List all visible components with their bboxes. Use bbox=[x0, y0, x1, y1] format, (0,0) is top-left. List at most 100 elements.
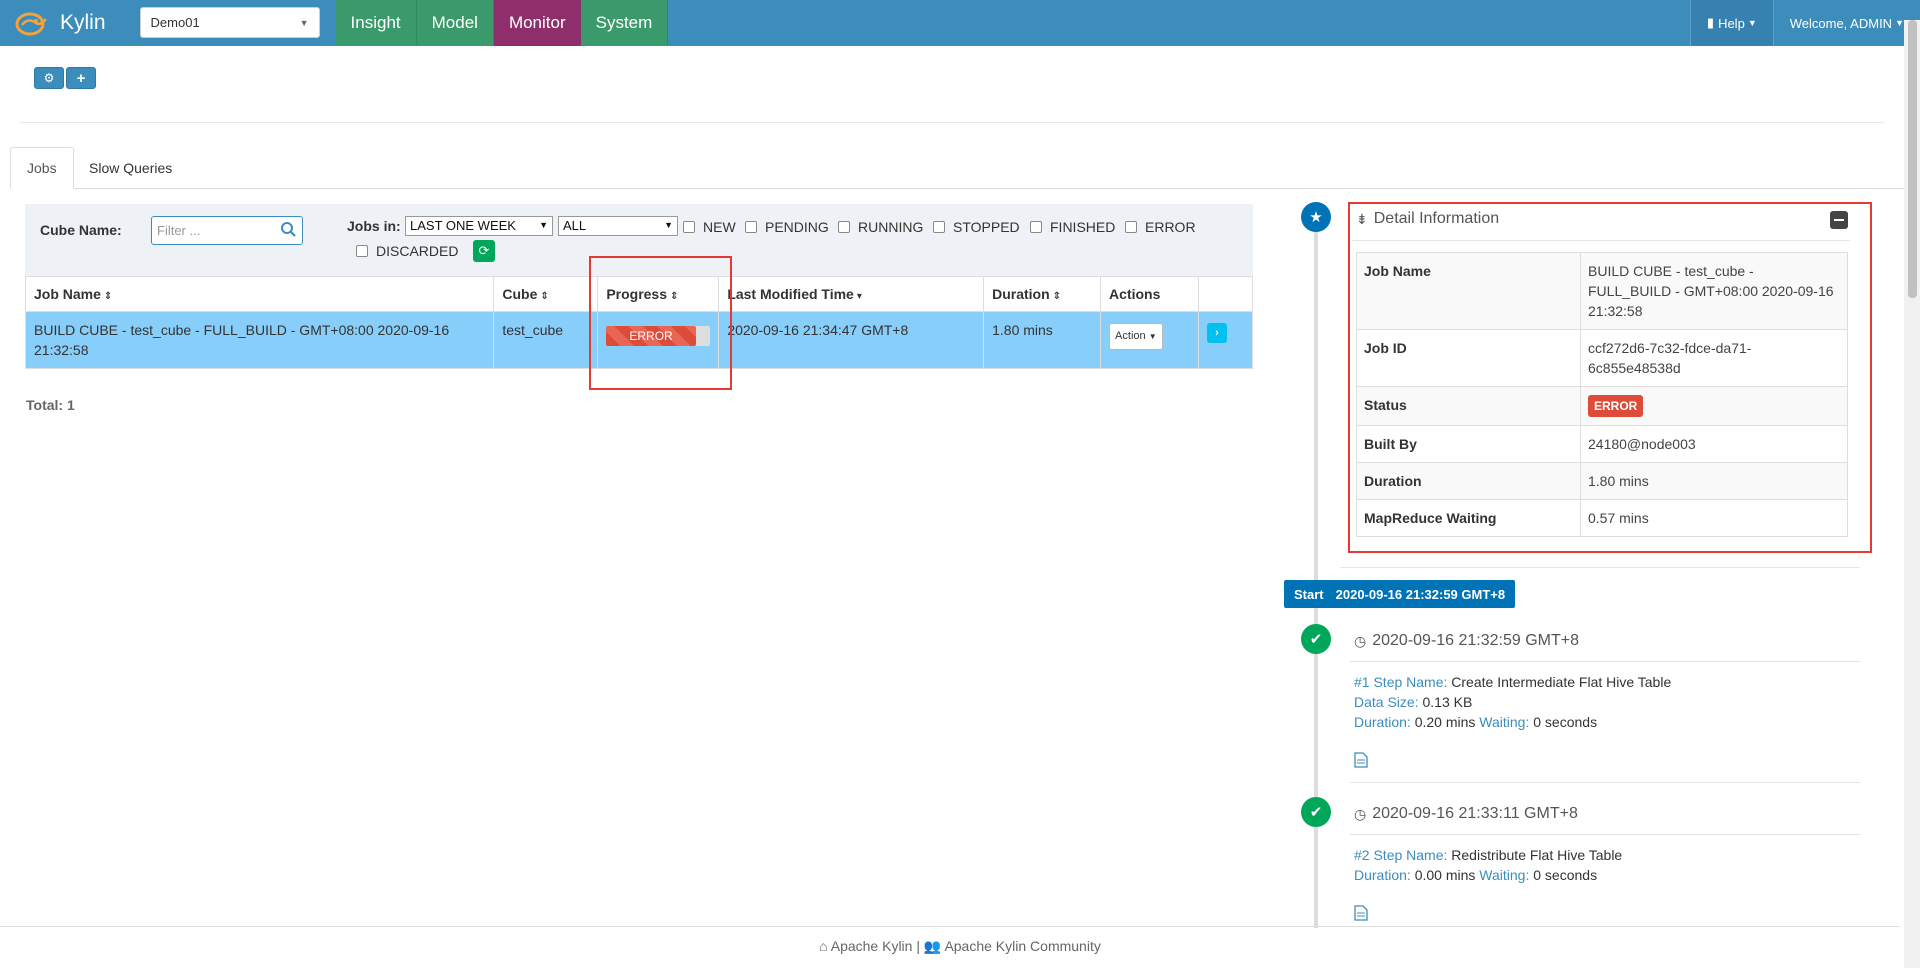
footer-link-apache-kylin[interactable]: Apache Kylin bbox=[831, 938, 913, 954]
checkbox[interactable] bbox=[838, 221, 850, 233]
status-checkbox-new[interactable]: NEW bbox=[683, 219, 736, 235]
cube-name-label: Cube Name: bbox=[40, 222, 122, 238]
waiting-value: 0 seconds bbox=[1533, 714, 1598, 730]
job-type-value: ALL bbox=[563, 218, 587, 233]
status-checkbox-running[interactable]: RUNNING bbox=[838, 219, 923, 235]
caret-down-icon: ▼ bbox=[1895, 18, 1904, 28]
cube-name-filter-input[interactable]: Filter ... bbox=[151, 216, 303, 245]
step-name-label: #1 Step Name: bbox=[1354, 674, 1448, 690]
divider bbox=[1350, 782, 1860, 783]
start-label: Start bbox=[1294, 586, 1324, 602]
chevron-down-icon: ▼ bbox=[539, 220, 548, 230]
checkbox[interactable] bbox=[745, 221, 757, 233]
checkbox[interactable] bbox=[1030, 221, 1042, 233]
step-time: ◷ 2020-09-16 21:32:59 GMT+8 bbox=[1354, 632, 1579, 650]
add-button[interactable]: + bbox=[66, 67, 96, 89]
status-checkbox-pending[interactable]: PENDING bbox=[745, 219, 829, 235]
arrow-right-icon: › bbox=[1215, 327, 1219, 339]
refresh-icon: ⟳ bbox=[478, 243, 490, 258]
nav-tab-monitor[interactable]: Monitor bbox=[493, 0, 581, 46]
status-checkbox-finished[interactable]: FINISHED bbox=[1030, 219, 1115, 235]
file-icon[interactable] bbox=[1354, 905, 1368, 921]
tab-jobs[interactable]: Jobs bbox=[10, 147, 74, 189]
data-size-value: 0.13 KB bbox=[1422, 694, 1473, 710]
status-checkbox-error[interactable]: ERROR bbox=[1125, 219, 1196, 235]
column-header-cube[interactable]: Cube ⇕ bbox=[493, 276, 599, 312]
detail-value: ERROR bbox=[1580, 386, 1848, 426]
collapse-button[interactable] bbox=[1830, 211, 1848, 229]
detail-row-status: Status ERROR bbox=[1356, 386, 1848, 426]
status-checkbox-discarded[interactable]: DISCARDED bbox=[356, 243, 458, 259]
footer: ⌂ Apache Kylin | 👥 Apache Kylin Communit… bbox=[0, 938, 1920, 955]
tab-slow-queries[interactable]: Slow Queries bbox=[73, 147, 188, 189]
settings-button[interactable]: ⚙ bbox=[34, 67, 64, 89]
time-range-select[interactable]: LAST ONE WEEK ▼ bbox=[405, 216, 553, 236]
scrollbar-thumb[interactable] bbox=[1908, 20, 1917, 298]
brand-name: Kylin bbox=[60, 11, 106, 34]
nav-tab-insight[interactable]: Insight bbox=[335, 0, 417, 46]
welcome-label: Welcome, ADMIN bbox=[1789, 15, 1893, 31]
action-dropdown-button[interactable]: Action ▼ bbox=[1109, 323, 1163, 350]
action-label: Action bbox=[1115, 330, 1146, 342]
data-size-label: Data Size: bbox=[1354, 694, 1419, 710]
detail-value: 1.80 mins bbox=[1580, 462, 1848, 500]
detail-key: Job ID bbox=[1356, 329, 1581, 387]
job-type-select[interactable]: ALL ▼ bbox=[558, 216, 678, 236]
status-label: FINISHED bbox=[1050, 219, 1116, 235]
brand[interactable]: Kylin bbox=[0, 0, 120, 46]
project-select[interactable]: Demo01 ▼ bbox=[139, 7, 320, 38]
detail-value: ccf272d6-7c32-fdce-da71-6c855e48538d bbox=[1580, 329, 1848, 387]
check-icon: ✔ bbox=[1301, 624, 1331, 654]
sort-icon: ⇕ bbox=[1052, 291, 1062, 302]
duration-label: Duration: bbox=[1354, 714, 1411, 730]
status-label: DISCARDED bbox=[376, 243, 459, 259]
help-label: Help bbox=[1718, 15, 1745, 31]
top-navbar: Kylin Demo01 ▼ Insight Model Monitor Sys… bbox=[0, 0, 1920, 46]
caret-down-icon: ▼ bbox=[1747, 18, 1757, 28]
nav-tab-model[interactable]: Model bbox=[416, 0, 494, 46]
nav-tab-system[interactable]: System bbox=[580, 0, 669, 46]
book-icon: ▮ bbox=[1706, 15, 1715, 30]
step-name-value: Redistribute Flat Hive Table bbox=[1451, 847, 1623, 863]
jobs-in-label: Jobs in: bbox=[347, 218, 401, 234]
cogs-icon: ⚙ bbox=[43, 71, 55, 85]
detail-table: Job Name BUILD CUBE - test_cube - FULL_B… bbox=[1356, 252, 1848, 537]
checkbox[interactable] bbox=[1125, 221, 1137, 233]
detail-row-job-name: Job Name BUILD CUBE - test_cube - FULL_B… bbox=[1356, 252, 1848, 330]
job-detail-button[interactable]: › bbox=[1206, 323, 1227, 343]
cell-info: › bbox=[1197, 311, 1254, 369]
detail-key: Duration bbox=[1356, 462, 1581, 500]
user-menu[interactable]: Welcome, ADMIN ▼ bbox=[1772, 0, 1920, 46]
header-label: Cube bbox=[502, 286, 538, 302]
detail-row-job-id: Job ID ccf272d6-7c32-fdce-da71-6c855e485… bbox=[1356, 329, 1848, 387]
clock-icon: ◷ bbox=[1354, 805, 1367, 822]
file-icon[interactable] bbox=[1354, 752, 1368, 768]
divider bbox=[1340, 567, 1860, 568]
divider bbox=[20, 122, 1884, 123]
checkbox[interactable] bbox=[683, 221, 695, 233]
refresh-button[interactable]: ⟳ bbox=[473, 240, 495, 262]
checkbox[interactable] bbox=[356, 245, 368, 257]
footer-link-community[interactable]: Apache Kylin Community bbox=[944, 938, 1100, 954]
start-time: 2020-09-16 21:32:59 GMT+8 bbox=[1335, 586, 1506, 602]
column-header-actions: Actions bbox=[1100, 276, 1199, 312]
sort-desc-icon: ▾ bbox=[856, 291, 862, 302]
step-body: #1 Step Name: Create Intermediate Flat H… bbox=[1354, 672, 1671, 732]
duration-line: Duration: 0.00 mins Waiting: 0 seconds bbox=[1354, 865, 1622, 885]
help-menu[interactable]: ▮ Help ▼ bbox=[1689, 0, 1773, 46]
step-time-value: 2020-09-16 21:33:11 GMT+8 bbox=[1372, 805, 1578, 822]
column-header-job-name[interactable]: Job Name ⇕ bbox=[24, 276, 495, 312]
detail-key: MapReduce Waiting bbox=[1356, 499, 1581, 537]
detail-key: Status bbox=[1356, 386, 1581, 426]
duration-label: Duration: bbox=[1354, 867, 1411, 883]
vertical-scrollbar[interactable] bbox=[1904, 20, 1920, 968]
step-name-label: #2 Step Name: bbox=[1354, 847, 1448, 863]
column-header-duration[interactable]: Duration ⇕ bbox=[983, 276, 1102, 312]
status-checkbox-stopped[interactable]: STOPPED bbox=[933, 219, 1020, 235]
column-header-last-modified[interactable]: Last Modified Time ▾ bbox=[718, 276, 985, 312]
footer-divider bbox=[0, 926, 1900, 927]
footer-separator: | bbox=[916, 938, 920, 954]
column-header-empty bbox=[1197, 276, 1254, 312]
detail-row-duration: Duration 1.80 mins bbox=[1356, 462, 1848, 500]
checkbox[interactable] bbox=[933, 221, 945, 233]
